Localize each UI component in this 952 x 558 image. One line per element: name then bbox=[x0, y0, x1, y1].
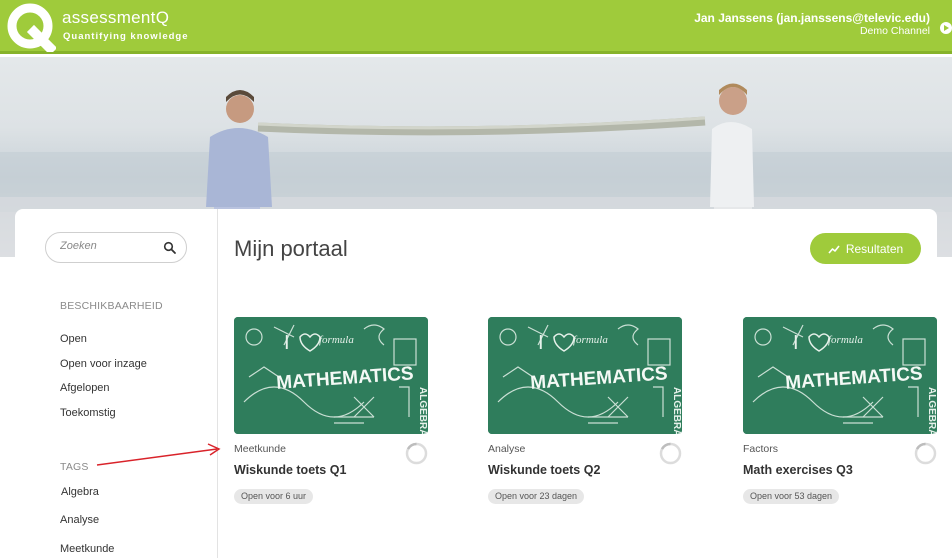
tag-meetkunde[interactable]: Meetkunde bbox=[60, 543, 114, 555]
test-tag: Factors bbox=[743, 443, 779, 455]
progress-ring-icon bbox=[405, 442, 428, 465]
chalk-formula-text: formula bbox=[319, 334, 354, 346]
page-title: Mijn portaal bbox=[234, 236, 348, 261]
progress-ring-icon bbox=[914, 442, 937, 465]
chalk-i-text: I bbox=[538, 332, 544, 354]
status-badge: Open voor 23 dagen bbox=[488, 489, 585, 504]
test-card[interactable]: I formula MATHEMATICS ALGEBRA Factors Ma… bbox=[743, 317, 937, 507]
search-box bbox=[45, 232, 187, 263]
logo-q-icon[interactable] bbox=[6, 2, 56, 52]
availability-heading: BESCHIKBAARHEID bbox=[60, 300, 163, 312]
brand-name[interactable]: assessmentQ bbox=[62, 8, 169, 28]
tag-algebra[interactable]: Algebra bbox=[61, 486, 99, 498]
results-button[interactable]: Resultaten bbox=[810, 233, 921, 264]
filter-open-for-review[interactable]: Open voor inzage bbox=[60, 358, 147, 370]
test-title[interactable]: Wiskunde toets Q1 bbox=[234, 463, 346, 477]
logout-icon[interactable] bbox=[940, 22, 952, 34]
results-button-label: Resultaten bbox=[845, 241, 904, 256]
annotation-arrow bbox=[96, 443, 221, 466]
test-tag: Meetkunde bbox=[234, 443, 286, 455]
filter-upcoming[interactable]: Toekomstig bbox=[60, 407, 116, 419]
test-tag: Analyse bbox=[488, 443, 526, 455]
chart-trend-icon bbox=[828, 245, 840, 254]
chalk-formula-text: formula bbox=[573, 334, 608, 346]
sidebar-divider bbox=[217, 209, 218, 558]
tags-heading: TAGS bbox=[60, 461, 89, 473]
status-badge: Open voor 53 dagen bbox=[743, 489, 840, 504]
brand-tagline: Quantifying knowledge bbox=[63, 31, 189, 42]
test-thumbnail[interactable]: I formula MATHEMATICS ALGEBRA bbox=[488, 317, 682, 434]
test-title[interactable]: Wiskunde toets Q2 bbox=[488, 463, 600, 477]
chalk-formula-text: formula bbox=[828, 334, 863, 346]
search-input[interactable] bbox=[60, 240, 160, 252]
test-card[interactable]: I formula MATHEMATICS ALGEBRA Meetkunde … bbox=[234, 317, 428, 507]
search-icon[interactable] bbox=[163, 241, 177, 255]
filter-expired[interactable]: Afgelopen bbox=[60, 382, 110, 394]
progress-ring-icon bbox=[659, 442, 682, 465]
user-name[interactable]: Jan Janssens (jan.janssens@televic.edu) bbox=[694, 11, 930, 25]
chalk-i-text: I bbox=[793, 332, 799, 354]
chalk-algebra-text: ALGEBRA bbox=[926, 387, 937, 434]
chalk-algebra-text: ALGEBRA bbox=[671, 387, 682, 434]
tag-analyse[interactable]: Analyse bbox=[60, 514, 99, 526]
chalkboard-image: I formula MATHEMATICS ALGEBRA bbox=[234, 317, 428, 434]
channel-name: Demo Channel bbox=[859, 25, 930, 37]
test-card[interactable]: I formula MATHEMATICS ALGEBRA Analyse Wi… bbox=[488, 317, 682, 507]
chalkboard-image: I formula MATHEMATICS ALGEBRA bbox=[488, 317, 682, 434]
filter-open[interactable]: Open bbox=[60, 333, 87, 345]
chalk-i-text: I bbox=[284, 332, 290, 354]
status-badge: Open voor 6 uur bbox=[234, 489, 314, 504]
chalk-algebra-text: ALGEBRA bbox=[417, 387, 428, 434]
chalkboard-image: I formula MATHEMATICS ALGEBRA bbox=[743, 317, 937, 434]
top-bar: assessmentQ Quantifying knowledge Jan Ja… bbox=[0, 0, 952, 54]
test-thumbnail[interactable]: I formula MATHEMATICS ALGEBRA bbox=[743, 317, 937, 434]
test-thumbnail[interactable]: I formula MATHEMATICS ALGEBRA bbox=[234, 317, 428, 434]
test-title[interactable]: Math exercises Q3 bbox=[743, 463, 853, 477]
